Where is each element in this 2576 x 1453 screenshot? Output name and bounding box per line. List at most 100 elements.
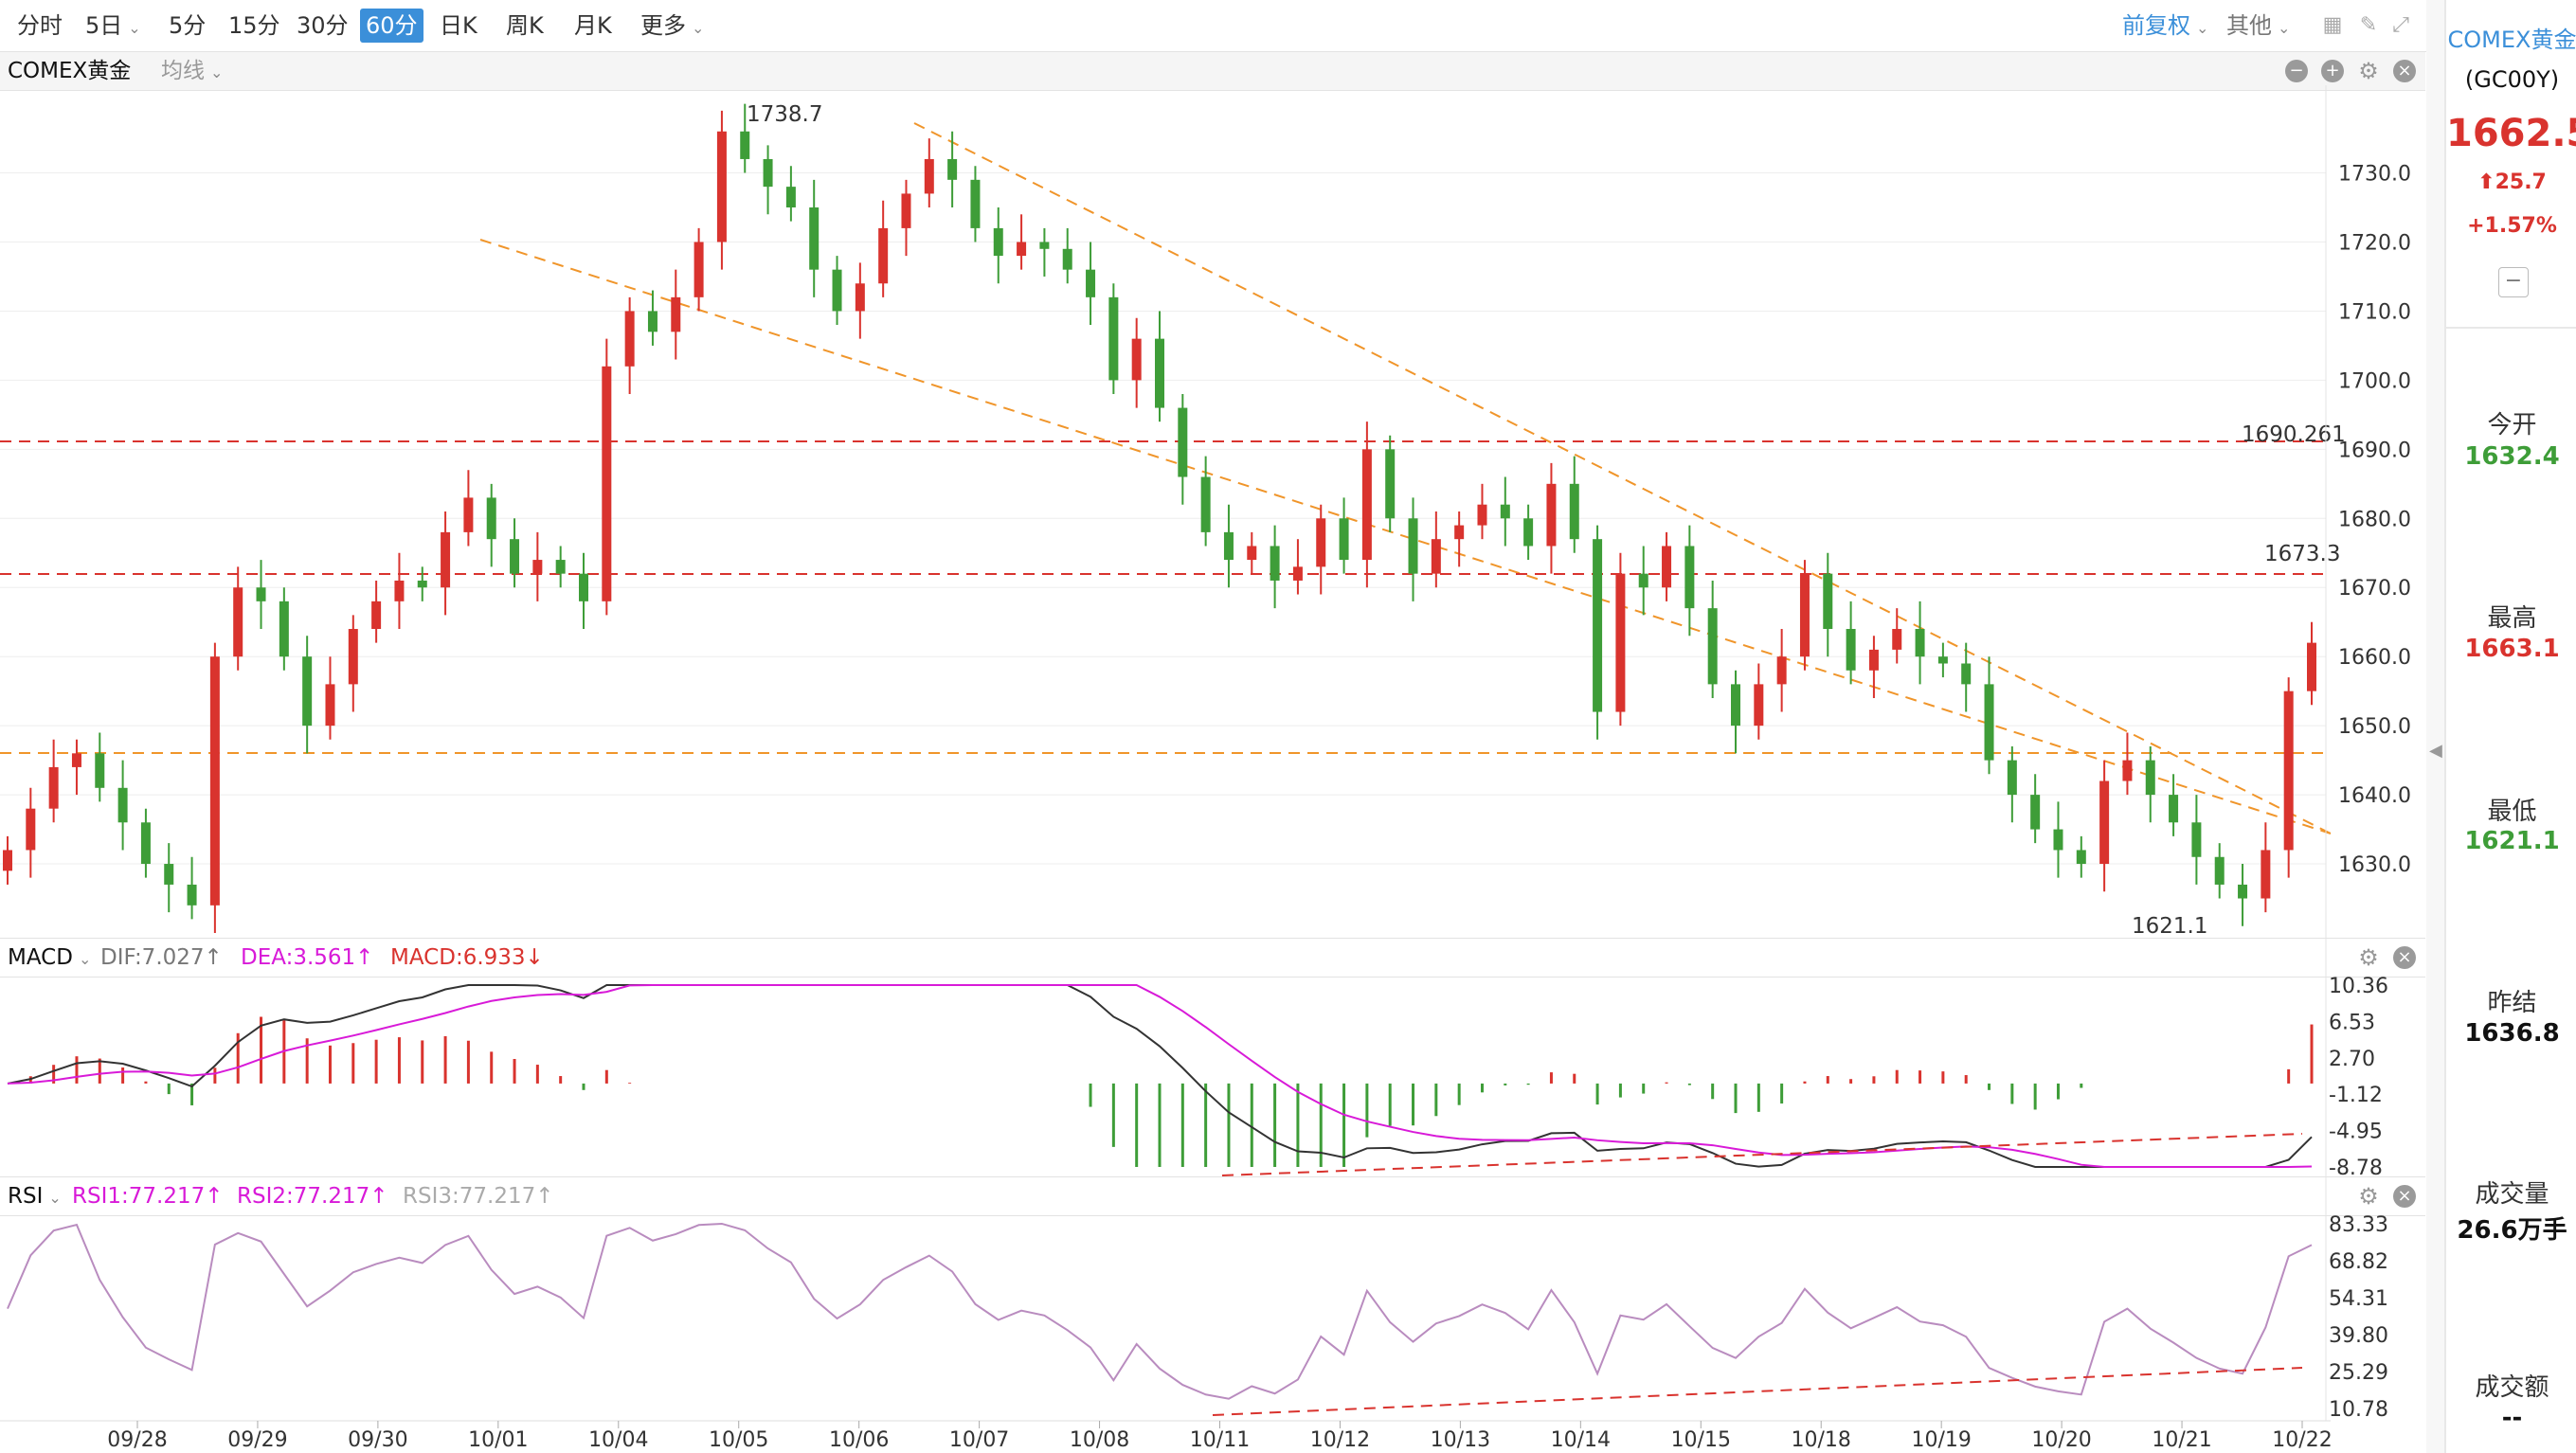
candle-body [1937, 656, 1948, 664]
candle-body [1408, 518, 1418, 574]
candle-body [2169, 795, 2179, 823]
candle-body [48, 766, 59, 809]
candle-body [1892, 629, 1902, 650]
date-tick-label: 10/15 [1671, 1428, 1731, 1452]
info-symbol-name: COMEX黄金 [2447, 27, 2576, 53]
candle-body [1731, 684, 1740, 726]
rsi-line [7, 1222, 2313, 1400]
open-label: 今开 [2487, 411, 2537, 439]
price-change-pct: +1.57% [2467, 214, 2557, 238]
candle-body [555, 560, 566, 574]
date-tick-label: 10/07 [949, 1428, 1009, 1452]
candle-body [1569, 483, 1579, 540]
candle-body [371, 601, 382, 630]
candle-body [117, 787, 128, 823]
last-price: 1662.5 [2446, 112, 2576, 155]
date-tick-label: 10/14 [1551, 1428, 1611, 1452]
price-tick-label: 1680.0 [2338, 508, 2411, 531]
candle-body [2053, 829, 2063, 851]
candle-body [1868, 649, 1879, 671]
remove-watchlist-button[interactable]: − [2498, 267, 2529, 297]
candle-body [878, 227, 889, 284]
candle-body [279, 601, 289, 657]
rsi-trendline [1212, 1367, 2303, 1416]
date-tick-label: 10/08 [1070, 1428, 1129, 1452]
candle-body [1961, 663, 1972, 685]
candle-body [164, 864, 174, 885]
candle-body [924, 158, 934, 194]
candle-body [1662, 546, 1672, 588]
candle-body [2076, 850, 2086, 865]
candle-body [716, 131, 727, 242]
arrow-up-icon: ⬆ [2477, 170, 2495, 194]
date-tick-label: 09/28 [107, 1428, 167, 1452]
candle-body [809, 207, 820, 270]
kline-chart[interactable]: 1738.7 1621.1 1690.261 1673.3 1730.0 1720… [0, 0, 2425, 1453]
candle-body [1086, 269, 1096, 297]
candle-body [1361, 449, 1372, 561]
macd-tick-label: -4.95 [2329, 1121, 2383, 1144]
candle-body [1431, 539, 1441, 574]
candle-body [2122, 760, 2133, 781]
macd-trendline [1221, 1133, 2303, 1176]
candle-body [901, 193, 911, 228]
candle-body [1108, 296, 1119, 381]
candle-body [1984, 684, 1994, 761]
collapse-panel-handle[interactable]: ◀ [2426, 0, 2444, 1453]
candle-body [2007, 760, 2017, 796]
candle-body [763, 158, 773, 188]
date-tick-label: 09/29 [227, 1428, 287, 1452]
candle-body [2307, 642, 2316, 691]
price-tick-label: 1690.0 [2338, 439, 2411, 462]
low-annotation: 1621.1 [2132, 914, 2207, 939]
low-value: 1621.1 [2464, 827, 2560, 855]
chevron-left-icon: ◀ [2429, 741, 2442, 761]
candle-body [1523, 518, 1534, 547]
candle-body [1500, 504, 1510, 519]
date-tick-label: 10/22 [2272, 1428, 2332, 1452]
date-tick-label: 10/12 [1310, 1428, 1370, 1452]
candle-body [579, 573, 588, 601]
candle-body [1846, 629, 1856, 671]
high-value: 1663.1 [2464, 635, 2560, 663]
candle-body [510, 539, 520, 574]
candle-body [71, 753, 81, 767]
candle-body [1339, 518, 1349, 561]
candle-body [2214, 856, 2225, 885]
macd-tick-label: -1.12 [2329, 1084, 2383, 1107]
candle-body [740, 131, 750, 159]
candle-body [2191, 822, 2202, 857]
rsi-tick-label: 54.31 [2329, 1287, 2388, 1311]
date-tick-label: 10/01 [468, 1428, 528, 1452]
candle-body [2145, 760, 2155, 796]
candle-body [394, 580, 405, 601]
candle-body [694, 242, 704, 297]
rsi-tick-label: 39.80 [2329, 1324, 2388, 1348]
candle-body [26, 808, 36, 851]
candle-body [2030, 795, 2041, 830]
candle-body [970, 179, 981, 228]
candle-body [2261, 850, 2271, 899]
date-tick-label: 10/04 [588, 1428, 648, 1452]
candle-body [1915, 629, 1925, 657]
rsi-tick-label: 83.33 [2329, 1213, 2388, 1237]
amount-label: 成交额 [2475, 1373, 2549, 1402]
candle-body [1131, 338, 1142, 381]
date-tick-label: 10/06 [829, 1428, 889, 1452]
candle-body [1178, 407, 1188, 477]
open-value: 1632.4 [2464, 442, 2560, 471]
quote-info-panel: COMEX黄金 (GC00Y) 1662.5 ⬆25.7 +1.57% − 今开… [2444, 0, 2576, 1453]
candle-body [624, 311, 635, 367]
level-annotation-1: 1690.261 [2242, 422, 2346, 447]
candle-body [1316, 518, 1326, 567]
candle-body [832, 269, 842, 312]
candle-body [1017, 242, 1027, 257]
candle-body [1638, 573, 1648, 588]
candle-body [1223, 531, 1234, 561]
candle-body [1754, 684, 1764, 726]
price-tick-label: 1660.0 [2338, 646, 2411, 670]
candle-body [1062, 248, 1072, 270]
candle-body [2283, 691, 2294, 851]
candle-body [2238, 884, 2248, 899]
date-tick-label: 10/11 [1190, 1428, 1250, 1452]
